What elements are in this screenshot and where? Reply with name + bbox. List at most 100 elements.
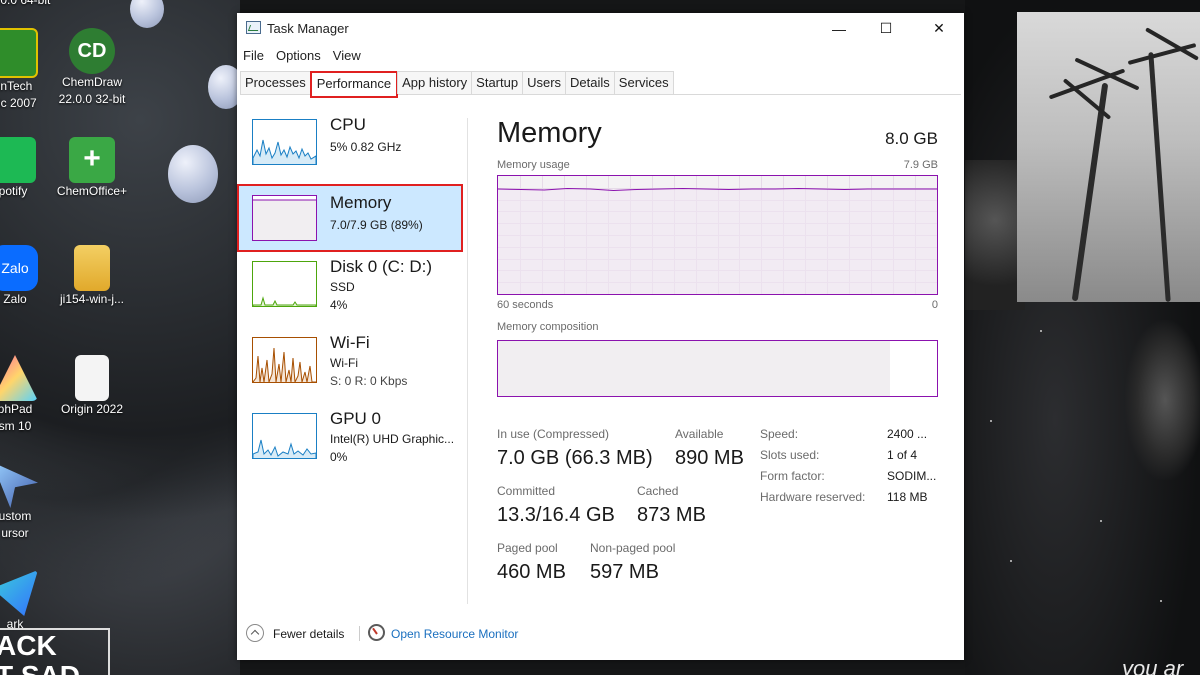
- fewer-details-button[interactable]: Fewer details: [273, 627, 344, 641]
- memory-usage-graph: [497, 175, 938, 295]
- resource-item-cpu[interactable]: CPU 5% 0.82 GHz: [239, 113, 461, 175]
- tab-bar: Processes Performance App history Startu…: [240, 71, 961, 98]
- memory-stats: 7.0/7.9 GB (89%): [330, 218, 423, 232]
- wifi-thumbnail-graph: [252, 337, 317, 383]
- cached-label: Cached: [637, 484, 679, 498]
- close-button[interactable]: ✕: [916, 13, 962, 44]
- committed-label: Committed: [497, 484, 556, 498]
- disk-usage: 4%: [330, 298, 348, 312]
- committed-value: 13.3/16.4 GB: [497, 504, 615, 526]
- tab-app-history[interactable]: App history: [397, 71, 473, 94]
- menu-options[interactable]: Options: [270, 46, 327, 66]
- usage-area: [498, 188, 937, 294]
- tab-details[interactable]: Details: [565, 71, 615, 94]
- available-value: 890 MB: [675, 447, 744, 469]
- folder-icon: [74, 245, 110, 291]
- detail-title: Memory: [497, 117, 602, 149]
- origin-file-icon: [75, 355, 109, 401]
- in-use-value: 7.0 GB (66.3 MB): [497, 447, 653, 469]
- zalo-icon: Zalo: [0, 245, 38, 291]
- ontech-icon: [0, 28, 38, 78]
- cached-value: 873 MB: [637, 504, 706, 526]
- slots-used-value: 1 of 4: [887, 448, 918, 462]
- spotify-icon: [0, 137, 36, 183]
- resource-item-wifi[interactable]: Wi-Fi Wi-Fi S: 0 R: 0 Kbps: [239, 331, 461, 393]
- paged-pool-label: Paged pool: [497, 541, 558, 555]
- disk-type: SSD: [330, 280, 355, 294]
- lark-icon: [0, 570, 38, 616]
- tab-processes[interactable]: Processes: [240, 71, 311, 94]
- tab-services[interactable]: Services: [613, 71, 674, 94]
- desktop-icon-lark[interactable]: ark: [0, 570, 70, 633]
- non-paged-pool-label: Non-paged pool: [590, 541, 676, 555]
- menu-view[interactable]: View: [327, 46, 367, 66]
- gpu-thumbnail-graph: [252, 413, 317, 459]
- cpu-stats: 5% 0.82 GHz: [330, 140, 402, 154]
- graph-axis-left: 60 seconds: [497, 299, 554, 311]
- resource-item-memory[interactable]: Memory 7.0/7.9 GB (89%): [237, 184, 463, 252]
- composition-free: [890, 341, 937, 396]
- usage-graph-max: 7.9 GB: [903, 159, 938, 171]
- resource-item-gpu[interactable]: GPU 0 Intel(R) UHD Graphic... 0%: [239, 407, 461, 469]
- disk-label: Disk 0 (C: D:): [330, 257, 432, 276]
- disk-thumbnail-graph: [252, 261, 317, 307]
- resource-item-disk[interactable]: Disk 0 (C: D:) SSD 4%: [239, 255, 461, 317]
- maximize-button[interactable]: ☐: [863, 13, 909, 44]
- desktop-icon-custom-cursor[interactable]: ustom ursor: [0, 462, 70, 542]
- paged-pool-value: 460 MB: [497, 561, 566, 583]
- gpu-model: Intel(R) UHD Graphic...: [330, 432, 455, 446]
- title-bar[interactable]: Task Manager — ☐ ✕: [237, 13, 964, 44]
- desktop-icon-chemdraw[interactable]: CD ChemDraw 22.0.0 32-bit: [37, 28, 147, 108]
- speed-label: Speed:: [760, 427, 799, 441]
- desktop-icon-folder[interactable]: ji154-win-j...: [37, 245, 147, 308]
- chemdraw-icon: CD: [69, 28, 115, 74]
- resource-monitor-icon[interactable]: [368, 624, 385, 641]
- task-manager-window: Task Manager — ☐ ✕ File Options View Pro…: [237, 13, 964, 660]
- wallpaper-sky-photo: [965, 160, 1025, 310]
- available-label: Available: [675, 427, 724, 441]
- desktop-icon-origin[interactable]: Origin 2022: [37, 355, 147, 418]
- gpu-usage: 0%: [330, 450, 348, 464]
- composition-label: Memory composition: [497, 321, 599, 333]
- wifi-adapter: Wi-Fi: [330, 356, 358, 370]
- form-factor-value: SODIM...: [887, 469, 937, 483]
- balloon: [168, 145, 218, 203]
- hardware-reserved-value: 118 MB: [887, 490, 928, 504]
- wallpaper-hand: [1125, 320, 1200, 480]
- footer-separator: [359, 626, 360, 641]
- tab-performance[interactable]: Performance: [309, 71, 399, 98]
- tab-users[interactable]: Users: [522, 71, 567, 94]
- in-use-label: In use (Compressed): [497, 427, 610, 441]
- slots-used-label: Slots used:: [760, 448, 820, 462]
- graph-axis-right: 0: [931, 299, 938, 311]
- window-title: Task Manager: [267, 21, 349, 36]
- tab-startup[interactable]: Startup: [471, 71, 524, 94]
- chemoffice-icon: +: [69, 137, 115, 183]
- memory-thumbnail-graph: [252, 195, 317, 241]
- task-manager-icon: [246, 21, 261, 34]
- panel-divider[interactable]: [467, 118, 468, 604]
- open-resource-monitor-link[interactable]: Open Resource Monitor: [391, 627, 518, 641]
- menu-file[interactable]: File: [237, 46, 270, 66]
- detail-total: 8.0 GB: [885, 129, 938, 148]
- menu-bar: File Options View: [237, 46, 367, 66]
- form-factor-label: Form factor:: [760, 469, 825, 483]
- cpu-thumbnail-graph: [252, 119, 317, 165]
- desktop-icon[interactable]: 22.0.0 64-bit: [0, 0, 72, 9]
- wallpaper-caption: you ar: [1122, 656, 1184, 675]
- desktop-icon-chemoffice[interactable]: + ChemOffice+: [37, 137, 147, 200]
- hardware-reserved-label: Hardware reserved:: [760, 490, 866, 504]
- cpu-label: CPU: [330, 115, 366, 134]
- minimize-button[interactable]: —: [816, 13, 862, 44]
- usage-graph-label: Memory usage: [497, 159, 570, 171]
- composition-in-use: [498, 341, 891, 396]
- chevron-up-icon[interactable]: [246, 624, 264, 642]
- memory-composition-bar: [497, 340, 938, 397]
- speed-value: 2400 ...: [887, 427, 928, 441]
- wifi-throughput: S: 0 R: 0 Kbps: [330, 374, 408, 388]
- gpu-label: GPU 0: [330, 409, 382, 428]
- graphpad-icon: [0, 355, 38, 401]
- wallpaper-palm-photo: [1017, 12, 1200, 302]
- non-paged-pool-value: 597 MB: [590, 561, 659, 583]
- cursor-icon: [0, 462, 38, 508]
